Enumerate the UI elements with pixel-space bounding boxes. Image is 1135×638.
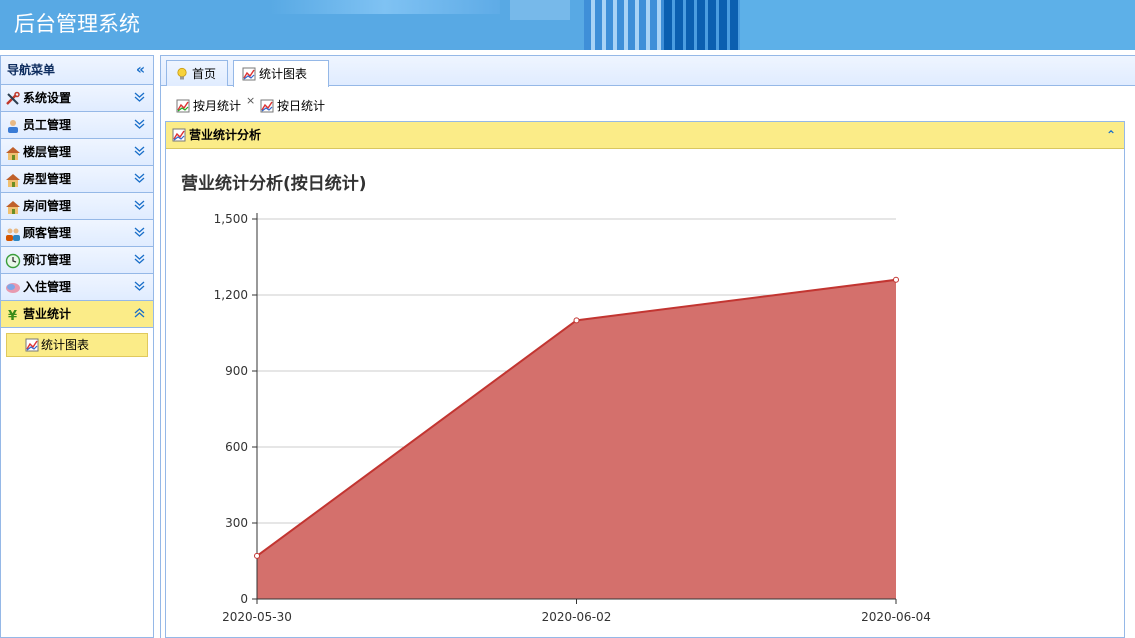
tab-label: 首页 (192, 67, 217, 81)
staff-icon (5, 117, 21, 133)
sidebar-group-label: 入住管理 (23, 280, 72, 294)
data-point (254, 552, 260, 559)
house-icon (5, 198, 21, 214)
chevron-down-icon[interactable] (134, 85, 145, 111)
bulb-icon (177, 67, 187, 79)
tools-icon (5, 90, 21, 106)
sidebar-title-label: 导航菜单 (7, 63, 56, 77)
header-decoration (740, 0, 1135, 50)
tab-bar: 首页 统计图表× (161, 55, 1135, 107)
sidebar-group-label: 员工管理 (23, 118, 72, 132)
x-tick-label: 2020-06-04 (861, 610, 931, 624)
sidebar-item-chart[interactable]: 统计图表 (6, 333, 148, 357)
chevron-down-icon[interactable] (134, 139, 145, 165)
chart-title: 营业统计分析(按日统计) (181, 174, 367, 194)
header-decoration (664, 0, 740, 50)
data-point (893, 276, 899, 283)
house-icon (5, 171, 21, 187)
sidebar-group[interactable]: 顾客管理 (1, 220, 153, 247)
area-fill (257, 279, 896, 599)
sidebar-group[interactable]: 入住管理 (1, 274, 153, 301)
x-tick-label: 2020-05-30 (222, 610, 292, 624)
sidebar-group-label: 房间管理 (23, 199, 72, 213)
chart-icon (260, 99, 274, 112)
chevron-up-icon[interactable] (134, 301, 145, 327)
sidebar-group[interactable]: 员工管理 (1, 112, 153, 139)
y-tick-label: 900 (225, 364, 248, 378)
chart: 0 300 600 900 1,200 1,500 2020-05-30 2020-06-02… (214, 212, 931, 624)
y-tick-label: 0 (240, 592, 248, 606)
chart-icon (242, 67, 256, 80)
collapse-left-icon[interactable]: « (136, 56, 145, 84)
sidebar-group[interactable]: 系统设置 (1, 85, 153, 112)
daily-stats-label: 按日统计 (277, 99, 326, 113)
tab-home[interactable]: 首页 (166, 60, 228, 86)
tab-chart[interactable]: 统计图表× (233, 60, 329, 107)
house-icon (5, 144, 21, 160)
app-title: 后台管理系统 (14, 12, 140, 36)
y-tick-label: 1,500 (214, 212, 248, 226)
monthly-stats-button[interactable]: 按月统计 (176, 97, 241, 115)
checkin-icon (5, 279, 21, 295)
daily-stats-button[interactable]: 按日统计 (260, 97, 325, 115)
svg-text:¥: ¥ (8, 309, 17, 323)
header-decoration (510, 0, 570, 20)
main-area: 首页 统计图表× 按月统计 按日统计 营业统计分析 ⌃ 0 300 600 90… (160, 55, 1135, 638)
sidebar-group[interactable]: 房型管理 (1, 166, 153, 193)
sidebar-group-label: 系统设置 (23, 91, 72, 105)
chart-icon (25, 338, 39, 352)
tab-label: 统计图表 (259, 67, 308, 81)
sidebar-group-label: 预订管理 (23, 253, 72, 267)
x-tick-label: 2020-06-02 (542, 610, 612, 624)
sidebar-title: 导航菜单 « (1, 56, 153, 85)
y-tick-label: 300 (225, 516, 248, 530)
monthly-stats-label: 按月统计 (193, 99, 242, 113)
chart-icon (176, 99, 190, 112)
sidebar-group[interactable]: ¥ 营业统计 (1, 301, 153, 328)
chevron-down-icon[interactable] (134, 247, 145, 273)
customers-icon (5, 225, 21, 241)
y-tick-label: 1,200 (214, 288, 248, 302)
chevron-down-icon[interactable] (134, 112, 145, 138)
sidebar-item-label: 统计图表 (41, 338, 90, 352)
sidebar-group-label: 顾客管理 (23, 226, 72, 240)
chevron-down-icon[interactable] (134, 166, 145, 192)
sidebar-group-label: 房型管理 (23, 172, 72, 186)
chevron-down-icon[interactable] (134, 193, 145, 219)
sidebar-group-label: 营业统计 (23, 307, 72, 321)
header-decoration (270, 0, 500, 14)
sidebar: 导航菜单 « 系统设置员工管理楼层管理房型管理房间管理顾客管理预订管理入住管理 ¥… (0, 55, 154, 638)
sidebar-group[interactable]: 房间管理 (1, 193, 153, 220)
chevron-down-icon[interactable] (134, 220, 145, 246)
data-point (573, 317, 580, 324)
header-decoration (584, 0, 664, 50)
chevron-down-icon[interactable] (134, 274, 145, 300)
y-tick-label: 600 (225, 440, 248, 454)
stats-panel: 营业统计分析 ⌃ 0 300 600 900 1,200 1,500 2020-05-30 2… (165, 121, 1125, 638)
sidebar-group[interactable]: 楼层管理 (1, 139, 153, 166)
sidebar-group[interactable]: 预订管理 (1, 247, 153, 274)
yen-icon: ¥ (5, 306, 21, 324)
toolbar: 按月统计 按日统计 (161, 91, 1135, 121)
sidebar-group-label: 楼层管理 (23, 145, 72, 159)
app-header: 后台管理系统 (0, 0, 1135, 50)
clock-icon (5, 252, 21, 268)
